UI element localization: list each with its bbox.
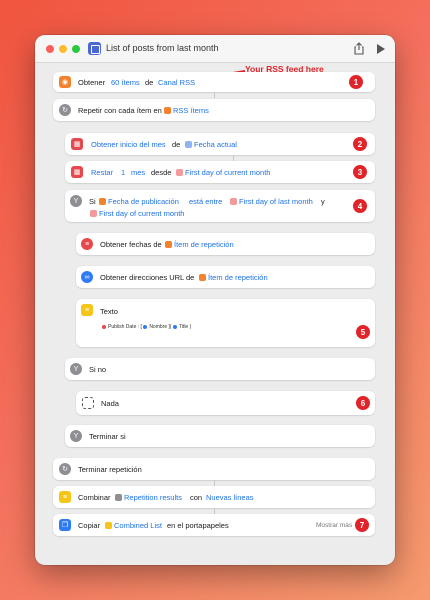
text-icon: ≡ <box>59 491 71 503</box>
action-get-dates[interactable]: ≡ Obtener fechas de Ítem de repetición <box>76 233 375 255</box>
rss-icon: ◉ <box>59 76 71 88</box>
action-start-of-month[interactable]: ▦ Obtener inicio del mes de Fecha actual… <box>65 133 375 155</box>
action-get-urls[interactable]: ∞ Obtener direcciones URL de Ítem de rep… <box>76 266 375 288</box>
nothing-icon <box>82 397 94 409</box>
rss-source[interactable]: Canal RSS <box>158 78 195 87</box>
show-more-button[interactable]: Mostrar más <box>316 522 352 529</box>
calendar-icon: ▦ <box>71 138 83 150</box>
step-badge: 1 <box>349 75 363 89</box>
combined-list-var[interactable]: Combined List <box>105 521 162 530</box>
first-day-current-var[interactable]: First day of current month <box>90 209 184 218</box>
share-icon[interactable] <box>353 42 365 55</box>
repeat-icon: ↻ <box>59 104 71 116</box>
item-count[interactable]: 60 ítems <box>111 78 140 87</box>
current-date-var[interactable]: Fecha actual <box>185 140 237 149</box>
repetition-results-var[interactable]: Repetition results <box>115 493 182 502</box>
step-badge: 4 <box>353 199 367 213</box>
action-combine[interactable]: ≡ Combinar Repetition results con Nuevas… <box>53 486 375 508</box>
action-end-repeat[interactable]: ↻ Terminar repetición <box>53 458 375 480</box>
repeat-item-var[interactable]: Ítem de repetición <box>199 273 268 282</box>
repeat-var[interactable]: RSS ítems <box>164 106 209 115</box>
step-badge: 2 <box>353 137 367 151</box>
action-repeat-each[interactable]: ↻ Repetir con cada ítem en RSS ítems <box>53 99 375 121</box>
publish-date-var[interactable]: Fecha de publicación <box>99 197 179 206</box>
window-title: List of posts from last month <box>106 43 219 53</box>
repeat-icon: ↻ <box>59 463 71 475</box>
branch-icon: Y <box>70 363 82 375</box>
action-get-rss[interactable]: ◉ Obtener 60 ítems de Canal RSS 1 <box>53 72 375 92</box>
action-text[interactable]: ≡ Texto Publish Date : [ Nombre ]( Title… <box>76 299 375 347</box>
text-icon: ≡ <box>81 304 93 316</box>
close-button[interactable] <box>46 45 54 53</box>
action-if[interactable]: Y Si Fecha de publicación está entre Fir… <box>65 190 375 222</box>
action-end-if[interactable]: Y Terminar si <box>65 425 375 447</box>
step-badge: 6 <box>356 396 370 410</box>
separator-var[interactable]: Nuevas líneas <box>206 493 254 502</box>
branch-icon: Y <box>70 195 82 207</box>
copy-icon: ❐ <box>59 519 71 531</box>
action-subtract[interactable]: ▦ Restar 1 mes desde First day of curren… <box>65 161 375 183</box>
link-icon: ∞ <box>81 271 93 283</box>
detect-icon: ≡ <box>81 238 93 250</box>
action-nothing[interactable]: Nada 6 <box>76 391 375 415</box>
shortcut-icon <box>88 42 101 55</box>
step-badge: 5 <box>356 325 370 339</box>
zoom-button[interactable] <box>72 45 80 53</box>
branch-icon: Y <box>70 430 82 442</box>
calendar-icon: ▦ <box>71 166 83 178</box>
action-copy[interactable]: ❐ Copiar Combined List en el portapapele… <box>53 514 375 536</box>
text-content[interactable]: Publish Date : [ Nombre ]( Title ) <box>102 324 191 330</box>
run-icon[interactable] <box>377 44 385 54</box>
first-day-current-var[interactable]: First day of current month <box>176 168 270 177</box>
step-badge: 7 <box>355 518 369 532</box>
repeat-item-var[interactable]: Ítem de repetición <box>165 240 234 249</box>
step-badge: 3 <box>353 165 367 179</box>
title-bar: List of posts from last month <box>35 35 395 63</box>
first-day-last-var[interactable]: First day of last month <box>230 197 313 206</box>
action-otherwise[interactable]: Y Si no <box>65 358 375 380</box>
minimize-button[interactable] <box>59 45 67 53</box>
